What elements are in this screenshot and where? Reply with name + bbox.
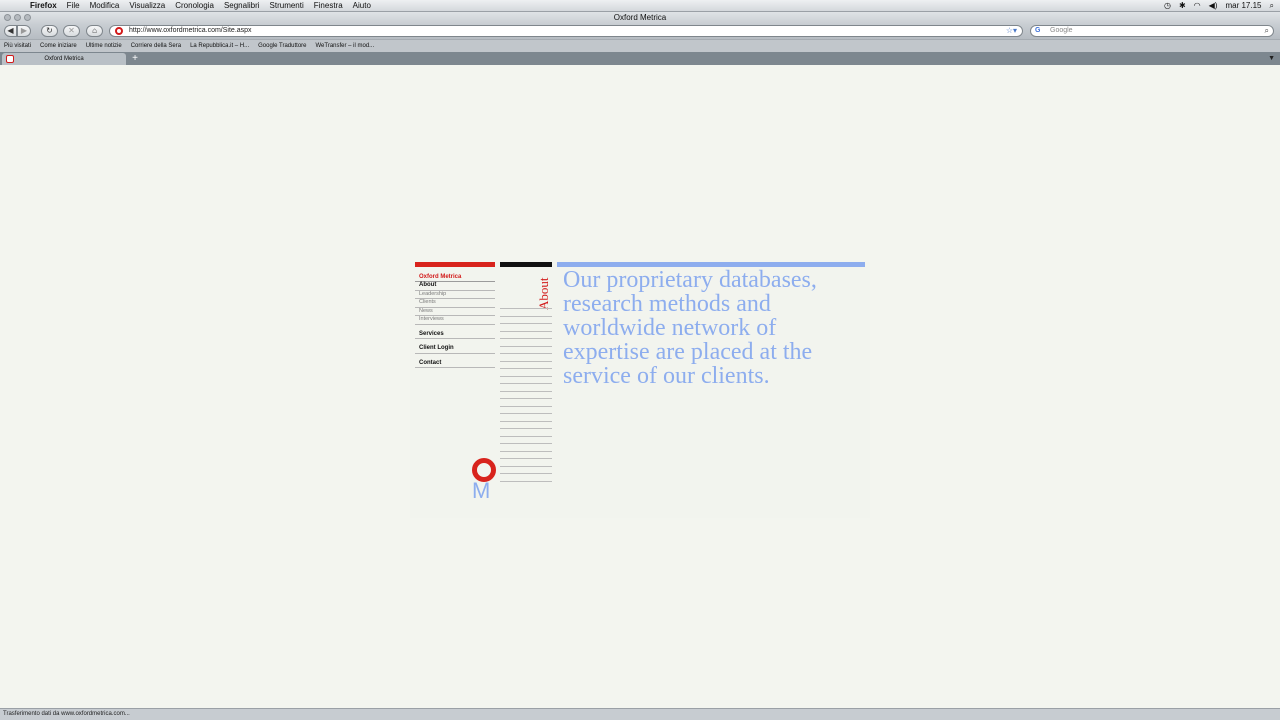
tab-list-menu-icon[interactable]: ▼: [1268, 53, 1275, 64]
nav-services[interactable]: Services: [415, 331, 495, 339]
wifi-icon[interactable]: ◠: [1194, 0, 1201, 11]
site-content: Oxford Metrica About Leadership Clients …: [410, 262, 870, 518]
about-headline: Our proprietary databases, research meth…: [563, 267, 817, 389]
menu-history[interactable]: Cronologia: [175, 0, 214, 11]
zoom-window-button[interactable]: [24, 14, 31, 21]
time-machine-icon[interactable]: ◷: [1164, 0, 1171, 11]
nav-clients[interactable]: Clients: [415, 299, 495, 308]
tab-label: Oxford Metrica: [44, 56, 84, 62]
nav-contact[interactable]: Contact: [415, 360, 495, 368]
menu-window[interactable]: Finestra: [314, 0, 343, 11]
navigation-toolbar: ◀ ▶ ↻ ✕ ⌂ http://www.oxfordmetrica.com/S…: [0, 24, 1280, 39]
url-bar[interactable]: http://www.oxfordmetrica.com/Site.aspx ☆…: [109, 25, 1023, 37]
tab-favicon-icon: [6, 55, 14, 63]
site-navigation: Oxford Metrica About Leadership Clients …: [415, 262, 495, 368]
system-menu-bar: Firefox File Modifica Visualizza Cronolo…: [0, 0, 1280, 12]
stop-button[interactable]: ✕: [63, 25, 80, 37]
menu-tools[interactable]: Strumenti: [270, 0, 304, 11]
new-tab-button[interactable]: +: [129, 53, 141, 64]
tab-oxford-metrica[interactable]: Oxford Metrica: [2, 53, 126, 65]
window-controls: [4, 14, 31, 21]
menu-app-name[interactable]: Firefox: [30, 0, 57, 11]
status-text: Trasferimento dati da www.oxfordmetrica.…: [3, 711, 130, 717]
url-text[interactable]: http://www.oxfordmetrica.com/Site.aspx: [129, 27, 252, 34]
bluetooth-icon[interactable]: ✱: [1179, 0, 1186, 11]
menu-edit[interactable]: Modifica: [90, 0, 120, 11]
menu-extras: ◷ ✱ ◠ ◀) mar 17.15 ⌕: [1164, 0, 1274, 11]
bookmark-star-icon[interactable]: ☆▾: [1006, 26, 1017, 36]
logo-m-letter: M: [472, 478, 491, 503]
menu-bookmarks[interactable]: Segnalibri: [224, 0, 260, 11]
menu-help[interactable]: Aiuto: [353, 0, 371, 11]
reload-icon: ↻: [46, 26, 53, 35]
status-bar: Trasferimento dati da www.oxfordmetrica.…: [0, 708, 1280, 720]
clock[interactable]: mar 17.15: [1225, 0, 1261, 11]
google-engine-icon[interactable]: G: [1035, 27, 1044, 35]
section-title-vertical: About: [536, 277, 551, 311]
search-bar[interactable]: G Google ⌕: [1030, 25, 1274, 37]
search-icon[interactable]: ⌕: [1265, 26, 1269, 36]
site-favicon-icon: [115, 27, 123, 35]
menu-view[interactable]: Visualizza: [129, 0, 165, 11]
tab-strip: Oxford Metrica + ▼: [0, 52, 1280, 65]
close-window-button[interactable]: [4, 14, 11, 21]
search-input[interactable]: Google: [1050, 27, 1073, 34]
forward-button[interactable]: ▶: [17, 25, 31, 37]
spotlight-icon[interactable]: ⌕: [1270, 0, 1274, 11]
volume-icon[interactable]: ◀): [1209, 0, 1218, 11]
nav-interviews[interactable]: Interviews: [415, 316, 495, 325]
nav-news[interactable]: News: [415, 308, 495, 316]
ruled-lines-column: [500, 308, 552, 488]
back-button[interactable]: ◀: [4, 25, 17, 37]
nav-about[interactable]: About: [415, 282, 495, 291]
nav-leadership[interactable]: Leadership: [415, 291, 495, 299]
forward-arrow-icon: ▶: [20, 26, 28, 35]
window-title-bar: Oxford Metrica: [0, 12, 1280, 24]
home-button[interactable]: ⌂: [86, 25, 103, 37]
minimize-window-button[interactable]: [14, 14, 21, 21]
back-arrow-icon: ◀: [7, 26, 14, 35]
home-icon: ⌂: [92, 26, 97, 35]
section-black-rule: [500, 262, 552, 267]
reload-button[interactable]: ↻: [41, 25, 58, 37]
menu-file[interactable]: File: [67, 0, 80, 11]
stop-icon: ✕: [68, 26, 75, 35]
window-title: Oxford Metrica: [613, 13, 667, 22]
bookmarks-toolbar: Più visitati Come iniziare Ultime notizi…: [0, 39, 1280, 53]
nav-client-login[interactable]: Client Login: [415, 345, 495, 354]
site-brand-link[interactable]: Oxford Metrica: [415, 274, 495, 281]
